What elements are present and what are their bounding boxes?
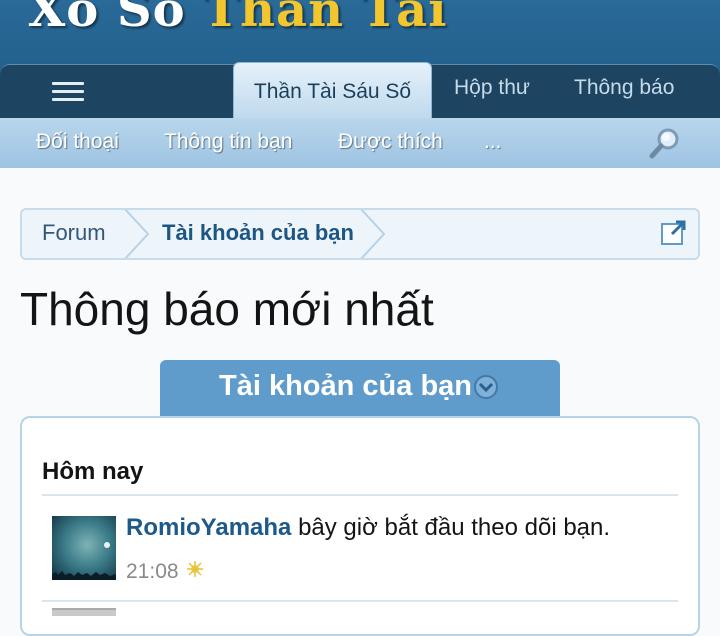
breadcrumb: [20, 208, 700, 260]
tab-than-tai-sau-so[interactable]: Thần Tài Sáu Số: [233, 62, 432, 122]
divider: [42, 600, 678, 602]
subnav-duoc-thich[interactable]: Được thích: [338, 130, 443, 154]
notification-time: 21:08: [126, 560, 179, 583]
group-heading-today: Hôm nay: [42, 458, 144, 485]
breadcrumb-account[interactable]: Tài khoản của bạn: [162, 220, 354, 246]
filter-label: Tài khoản của bạn: [219, 370, 472, 402]
logo-text-part1: Xổ Số: [28, 0, 186, 38]
avatar[interactable]: [52, 516, 116, 580]
notification-action: bây giờ bắt đầu theo dõi bạn.: [298, 514, 611, 541]
subnav-doi-thoai[interactable]: Đối thoại: [36, 130, 119, 154]
notification-username[interactable]: RomioYamaha: [126, 514, 291, 541]
avatar[interactable]: [52, 608, 116, 616]
sparkle-new-icon: [186, 560, 204, 578]
tab-thong-bao[interactable]: Thông báo: [574, 76, 674, 100]
subnav-thong-tin-ban[interactable]: Thông tin bạn: [164, 130, 292, 154]
external-link-icon[interactable]: [660, 218, 688, 246]
notification-text: RomioYamaha bây giờ bắt đầu theo dõi bạn…: [126, 514, 610, 542]
magnifier-search-icon[interactable]: [648, 126, 684, 160]
site-logo[interactable]: Xổ Số Thần Tài: [28, 0, 448, 38]
logo-text-part2: Thần Tài: [203, 0, 448, 38]
breadcrumb-forum[interactable]: Forum: [42, 220, 106, 246]
divider: [42, 494, 678, 496]
subnav-more[interactable]: ...: [484, 130, 502, 154]
tab-hop-thu[interactable]: Hộp thư: [454, 76, 530, 100]
hamburger-menu-icon[interactable]: [52, 82, 84, 102]
page-title: Thông báo mới nhất: [20, 283, 434, 335]
chevron-down-circle-icon[interactable]: [473, 374, 499, 400]
